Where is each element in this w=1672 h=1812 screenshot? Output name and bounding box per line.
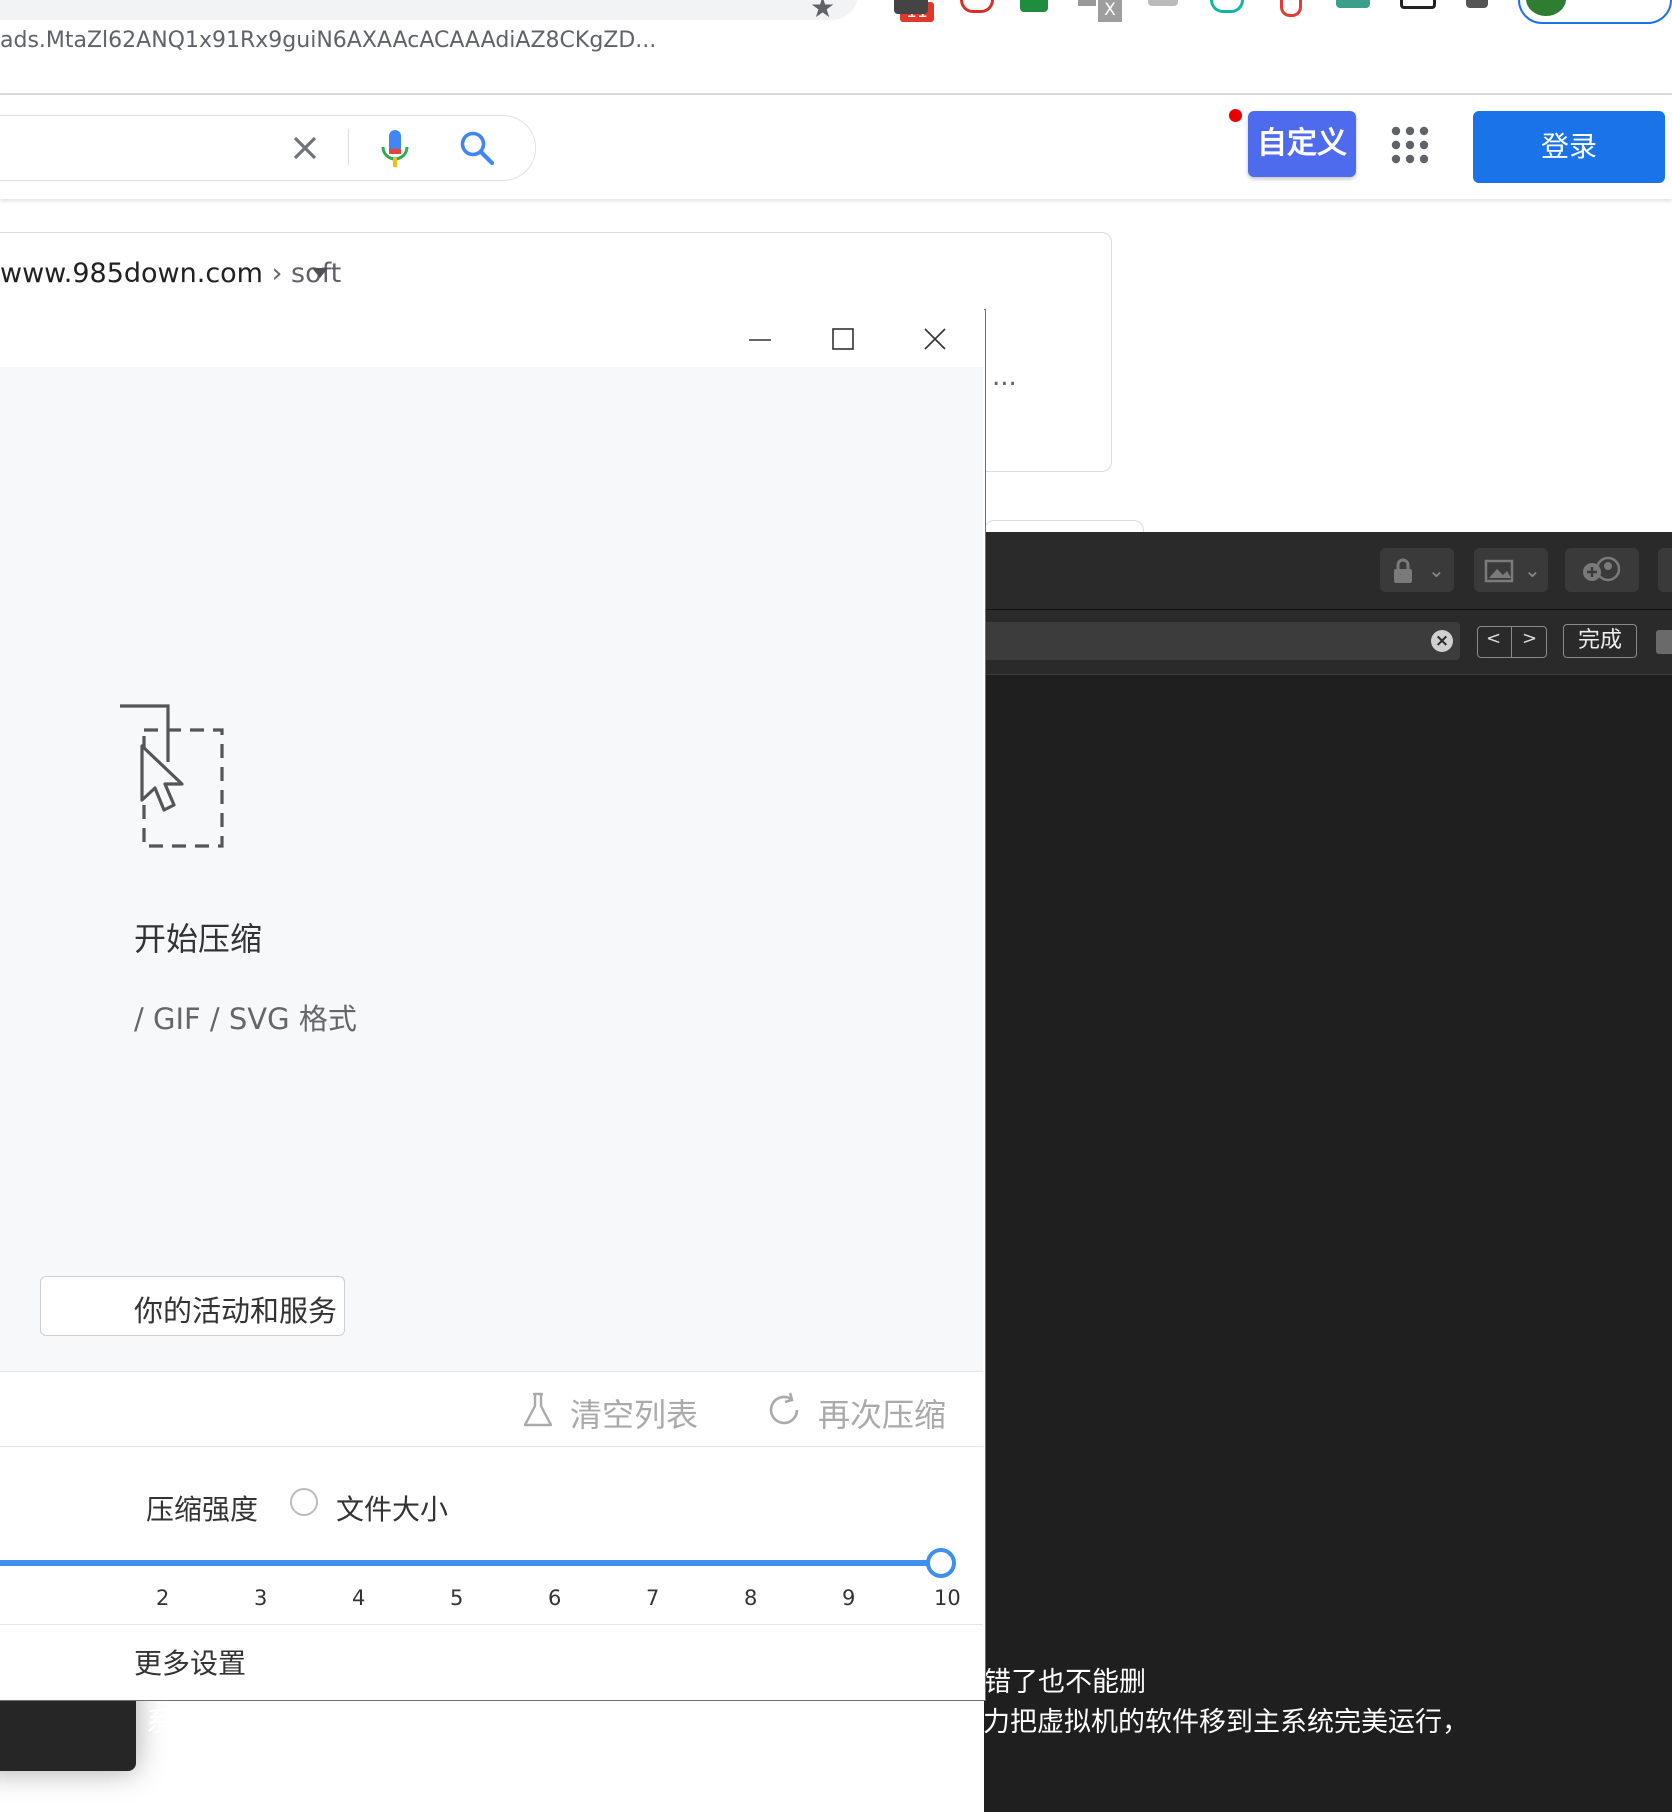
extension-badge-base <box>894 0 928 14</box>
mode-size-label[interactable]: 文件大小 <box>336 1488 448 1528</box>
image-button[interactable]: ⌄ <box>1474 548 1548 592</box>
extension-puzzle-icon[interactable] <box>1466 0 1488 8</box>
bookmark-star-icon[interactable]: ★ <box>810 0 835 22</box>
clear-list-button[interactable]: 清空列表 <box>570 1390 698 1436</box>
minimize-icon[interactable] <box>735 320 785 358</box>
address-url[interactable]: ads.MtaZl62ANQ1x91Rx9guiN6AXAAcACAAAdiAZ… <box>0 30 790 52</box>
chevron-down-icon: ⌄ <box>1428 558 1445 582</box>
refresh-icon[interactable] <box>766 1392 802 1428</box>
close-icon[interactable]: × <box>1431 630 1453 652</box>
notification-dot <box>1229 109 1242 122</box>
drag-drop-icon <box>120 704 224 848</box>
flask-icon[interactable] <box>522 1392 554 1428</box>
find-done-button[interactable]: 完成 <box>1563 624 1637 658</box>
editor-window <box>984 532 1672 1812</box>
extension-green-square-icon[interactable] <box>1336 0 1370 8</box>
lock-button[interactable]: ⌄ <box>1380 548 1454 592</box>
drop-zone[interactable] <box>0 367 983 1371</box>
slider-tick-label: 8 <box>744 1586 758 1610</box>
search-divider <box>348 129 349 165</box>
find-nav-group: < > <box>1477 626 1547 658</box>
find-input[interactable] <box>984 622 1460 660</box>
extension-green-icon[interactable] <box>1020 0 1048 12</box>
close-icon[interactable] <box>910 320 960 358</box>
extension-white-icon[interactable] <box>1148 0 1178 6</box>
slider-tick-label: 10 <box>934 1586 961 1610</box>
more-settings-button[interactable]: 更多设置 <box>134 1642 246 1682</box>
slider-tick-label: 7 <box>646 1586 660 1610</box>
slider-handle[interactable] <box>926 1548 956 1578</box>
divider <box>0 1446 983 1447</box>
chevron-down-icon[interactable] <box>312 268 328 278</box>
more-icon[interactable]: ... <box>992 362 1017 392</box>
close-icon[interactable] <box>288 131 322 165</box>
lock-icon <box>1394 558 1412 583</box>
slider-tick-label: 2 <box>156 1586 170 1610</box>
find-next-button[interactable]: > <box>1522 628 1537 649</box>
toolbar-extra-button[interactable] <box>1658 548 1672 592</box>
divider <box>0 1624 983 1625</box>
result-domain[interactable]: www.985down.com <box>0 258 263 289</box>
recompress-button[interactable]: 再次压缩 <box>818 1390 946 1436</box>
microphone-icon[interactable] <box>378 129 412 169</box>
extension-x-bar <box>1078 0 1096 6</box>
find-option-button[interactable] <box>1656 630 1672 654</box>
find-nav-divider <box>1511 627 1512 657</box>
supported-formats: / GIF / SVG 格式 <box>134 1002 357 1036</box>
editor-text-line: 系统分开代理（内网，外网），软件分开代理很必要（内网，外网）。尽力把虚拟机的软件… <box>146 1707 1469 1738</box>
sign-in-button[interactable]: 登录 <box>1473 111 1665 183</box>
maximize-icon[interactable] <box>818 320 868 358</box>
drop-title: 开始压缩 <box>134 920 263 958</box>
extension-box-icon[interactable] <box>1400 0 1436 9</box>
extension-x-icon[interactable]: X <box>1098 0 1122 22</box>
search-input[interactable] <box>0 115 536 181</box>
search-icon[interactable] <box>458 129 496 167</box>
collaborate-button[interactable] <box>1565 548 1639 592</box>
editor-text-line: 错了也不能删 <box>984 1667 1146 1698</box>
apps-grid-icon[interactable] <box>1390 125 1430 165</box>
add-user-icon <box>1583 556 1621 582</box>
customize-button[interactable]: 自定义 <box>1248 111 1356 177</box>
activity-button-label[interactable]: 你的活动和服务 <box>134 1288 337 1330</box>
slider-tick-label: 9 <box>842 1586 856 1610</box>
image-icon <box>1484 559 1514 583</box>
compression-slider[interactable] <box>0 1560 942 1566</box>
mode-strength-radio[interactable]: 压缩强度 <box>146 1488 258 1528</box>
google-header: 自定义 登录 <box>0 95 1672 199</box>
divider <box>0 1371 983 1372</box>
chevron-down-icon: ⌄ <box>1524 558 1541 582</box>
result-separator: › <box>271 258 283 289</box>
slider-tick-label: 4 <box>352 1586 366 1610</box>
mode-size-radio[interactable] <box>290 1488 318 1516</box>
result-breadcrumb[interactable]: www.985down.com › soft <box>0 258 341 290</box>
slider-tick-label: 6 <box>548 1586 562 1610</box>
address-bar[interactable] <box>0 0 858 20</box>
slider-tick-label: 5 <box>450 1586 464 1610</box>
slider-tick-label: 3 <box>254 1586 268 1610</box>
find-prev-button[interactable]: < <box>1486 628 1501 649</box>
